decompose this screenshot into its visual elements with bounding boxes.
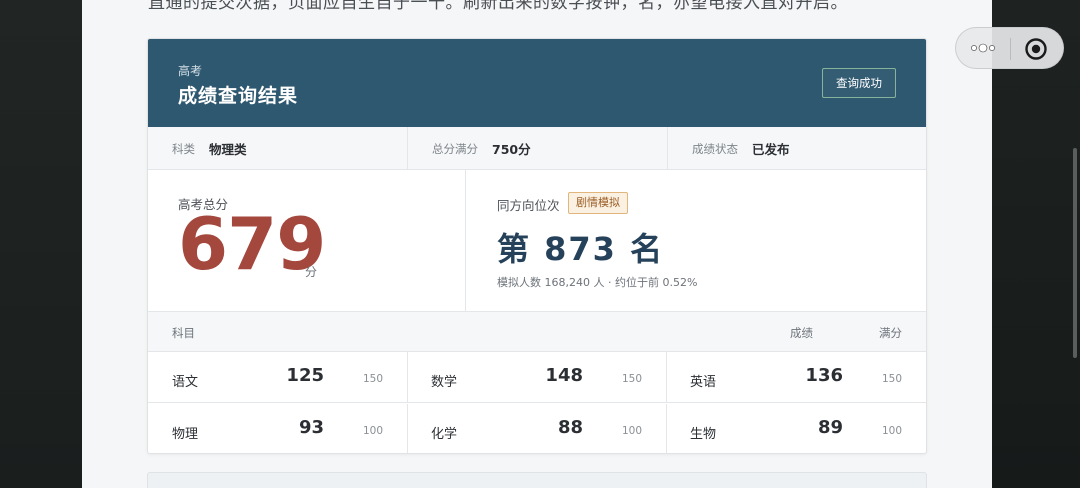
info-cell-status: 成绩状态 已发布 — [668, 127, 926, 170]
subjects-header-full: 满分 — [879, 326, 902, 340]
subject-score: 136 — [805, 365, 843, 386]
capsule-divider — [1010, 38, 1011, 60]
info-row: 科类 物理类 总分满分 750分 成绩状态 已发布 — [148, 127, 926, 170]
info-value: 已发布 — [752, 142, 790, 157]
subject-full: 100 — [362, 425, 383, 437]
subjects-header-subject: 科目 — [172, 326, 195, 340]
table-row: 语文 125 150 数学 148 150 英语 136 150 — [148, 352, 926, 403]
subject-name: 生物 — [690, 427, 717, 442]
subject-full: 100 — [621, 425, 642, 437]
background-right — [992, 0, 1080, 488]
rank-label: 同方向位次 — [497, 198, 560, 213]
page-title: 成绩查询结果 — [178, 85, 299, 107]
subject-name: 化学 — [431, 427, 458, 442]
subject-full: 150 — [621, 373, 642, 385]
subject-cell-chemistry: 化学 88 100 — [407, 404, 667, 453]
result-card: 高考 成绩查询结果 查询成功 科类 物理类 总分满分 750分 成绩状态 已发布… — [147, 38, 927, 454]
subject-full: 150 — [881, 373, 902, 385]
info-value: 物理类 — [209, 142, 247, 157]
more-dots-icon[interactable] — [969, 39, 999, 57]
record-close-icon[interactable] — [1024, 37, 1048, 61]
subject-score: 148 — [545, 365, 583, 386]
next-card — [147, 472, 927, 488]
subject-cell-biology: 生物 89 100 — [666, 404, 926, 453]
info-cell-full-score: 总分满分 750分 — [408, 127, 668, 170]
mini-program-capsule — [955, 27, 1064, 69]
page-content: 直通的提交次据，页面应自生自于一十。刷新出来的数字按钟，名，亦望电接入直对开启。… — [82, 0, 992, 488]
background-left — [0, 0, 82, 488]
subject-score: 93 — [298, 417, 324, 438]
simulation-badge: 剧情模拟 — [568, 192, 628, 214]
info-cell-category: 科类 物理类 — [148, 127, 408, 170]
total-score-value: 679 — [178, 202, 326, 286]
header-subtitle: 高考 — [178, 64, 203, 78]
subject-name: 语文 — [172, 375, 199, 390]
subject-name: 物理 — [172, 427, 199, 442]
table-row: 物理 93 100 化学 88 100 生物 89 100 — [148, 404, 926, 453]
top-paragraph: 直通的提交次据，页面应自生自于一十。刷新出来的数字按钟，名，亦望电接入直对开启。 — [148, 0, 848, 13]
subject-full: 100 — [881, 425, 902, 437]
info-label: 总分满分 — [432, 141, 478, 156]
score-row: 高考总分 679 分 同方向位次 剧情模拟 第 873 名 模拟人数 168,2… — [148, 170, 926, 312]
subject-cell-english: 英语 136 150 — [666, 352, 926, 403]
subject-cell-chinese: 语文 125 150 — [148, 352, 408, 403]
subject-cell-math: 数学 148 150 — [407, 352, 667, 403]
subject-name: 英语 — [690, 375, 717, 390]
subject-name: 数学 — [431, 375, 458, 390]
subjects-header: 科目 成绩 满分 — [148, 312, 926, 352]
subject-score: 125 — [286, 365, 324, 386]
subject-score: 88 — [557, 417, 583, 438]
subject-full: 150 — [362, 373, 383, 385]
subjects-header-score: 成绩 — [790, 326, 813, 340]
rank-detail: 模拟人数 168,240 人 · 约位于前 0.52% — [497, 276, 698, 289]
info-label: 科类 — [172, 141, 195, 156]
query-success-button[interactable]: 查询成功 — [822, 68, 896, 98]
rank-value: 第 873 名 — [497, 230, 665, 268]
subject-score: 89 — [817, 417, 843, 438]
subjects-grid: 语文 125 150 数学 148 150 英语 136 150 物理 93 1… — [148, 352, 926, 453]
subject-cell-physics: 物理 93 100 — [148, 404, 408, 453]
card-header: 高考 成绩查询结果 查询成功 — [148, 39, 926, 127]
info-label: 成绩状态 — [692, 141, 738, 156]
scrollbar[interactable] — [1073, 148, 1077, 358]
total-score-panel: 高考总分 679 分 — [148, 170, 466, 312]
total-score-unit: 分 — [305, 265, 318, 279]
info-value: 750分 — [492, 142, 531, 157]
